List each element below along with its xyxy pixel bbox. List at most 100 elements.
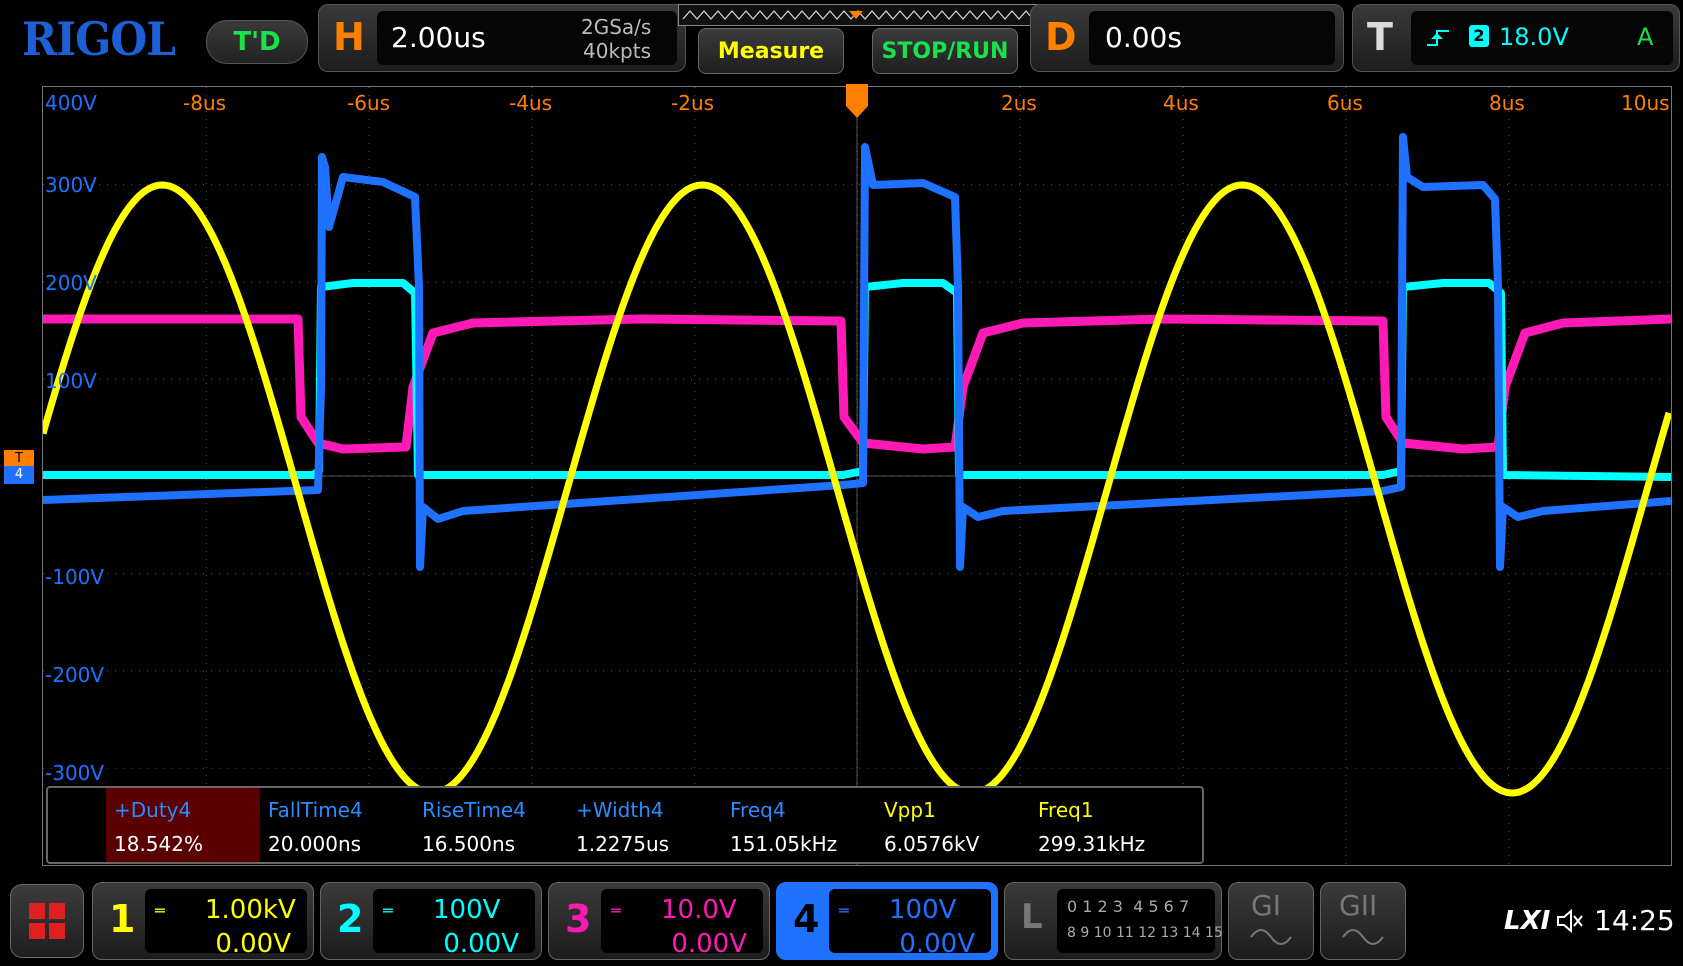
speaker-muted-icon[interactable] [1556,908,1584,934]
measurement-name: +Duty4 [114,798,192,822]
measurement-item[interactable]: +Duty4 18.542% [106,788,260,862]
y-tick-label: 300V [45,173,97,197]
measurement-panel: +Duty4 18.542% FallTime4 20.000ns RiseTi… [46,786,1204,864]
horizontal-panel[interactable]: H 2.00us 2GSa/s 40kpts [318,4,686,72]
horizontal-letter: H [333,15,365,59]
generator-label: GII [1339,889,1378,922]
coupling-dc-icon: ═ [611,901,621,920]
logic-letter: L [1021,897,1043,937]
memory-zigzag-icon [682,10,1034,20]
channel-number: 3 [565,897,592,941]
channel-scale: 100V [889,895,957,925]
sine-wave-icon [1250,929,1292,945]
channel-4-panel[interactable]: 4 ═ 100V 0.00V [776,882,998,960]
measurement-value: 18.542% [114,832,203,856]
y-tick-label: -100V [45,565,105,589]
y-tick-label: 400V [45,91,97,115]
delay-letter: D [1045,15,1077,59]
logic-channels: 0 1 2 3 4 5 6 7 8 9 10 11 12 13 14 15 [1057,889,1223,953]
horizontal-readout: 2.00us 2GSa/s 40kpts [377,11,677,65]
y-tick-label: -200V [45,663,105,687]
trigger-position-icon [846,84,868,118]
channel-offset: 0.00V [899,929,975,959]
coupling-dc-icon: ═ [383,901,393,920]
measure-button[interactable]: Measure [698,28,844,74]
trigger-position-marker[interactable] [846,84,868,118]
generator-2-button[interactable]: GII [1320,882,1406,960]
channel-offset: 0.00V [215,929,291,959]
channel-scale: 10.0V [661,895,737,925]
channel-3-panel[interactable]: 3 ═ 10.0V 0.00V [548,882,770,960]
y-tick-label: 200V [45,271,97,295]
y-tick-label: -300V [45,761,105,785]
measurement-value: 299.31kHz [1038,832,1146,856]
trigger-status-badge: T'D [206,20,308,64]
logic-row-1: 0 1 2 3 4 5 6 7 [1067,897,1190,916]
trigger-mode: A [1637,23,1654,51]
lxi-logo: LXI [1504,906,1551,936]
measurement-name: +Width4 [576,798,664,822]
measurement-value: 16.500ns [422,832,516,856]
channel-readout: ═ 100V 0.00V [829,889,991,959]
channel-readout: ═ 10.0V 0.00V [601,889,763,959]
x-tick-label: 6us [1327,91,1363,115]
trigger-panel[interactable]: T 2 18.0V A [1352,4,1680,72]
sine-wave-icon [1342,929,1384,945]
x-tick-label: -6us [347,91,391,115]
measurement-value: 1.2275us [576,832,670,856]
ch4-offset-marker[interactable]: 4 [4,466,34,484]
memory-position-bar[interactable] [678,4,1038,26]
measurement-item[interactable]: Vpp1 6.0576kV [876,788,1030,862]
x-tick-label: 4us [1163,91,1199,115]
generator-label: GI [1251,889,1281,922]
delay-value: 0.00s [1105,21,1182,54]
measurement-item[interactable]: +Width4 1.2275us [568,788,722,862]
channel-1-panel[interactable]: 1 ═ 1.00kV 0.00V [92,882,314,960]
stop-run-button[interactable]: STOP/RUN [872,28,1018,74]
menu-grid-icon [29,903,65,939]
measurement-item[interactable]: RiseTime4 16.500ns [414,788,568,862]
channel-number: 2 [337,897,364,941]
trigger-letter: T [1367,15,1393,59]
x-tick-label: -8us [183,91,227,115]
channel-offset: 0.00V [443,929,519,959]
x-tick-label: -2us [671,91,715,115]
measurement-item[interactable]: Freq1 299.31kHz [1030,788,1184,862]
timebase-value: 2.00us [391,21,486,54]
delay-readout: 0.00s [1089,11,1335,65]
main-menu-button[interactable] [10,884,84,958]
rigol-logo: RIGOL [22,12,176,66]
logic-analyzer-panel[interactable]: L 0 1 2 3 4 5 6 7 8 9 10 11 12 13 14 15 [1004,882,1223,960]
measurement-value: 20.000ns [268,832,362,856]
channel-number: 1 [109,897,136,941]
channel-scale: 100V [433,895,501,925]
delay-panel[interactable]: D 0.00s [1030,4,1344,72]
measurement-name: RiseTime4 [422,798,526,822]
x-tick-label: 10us [1621,91,1670,115]
channel-scale: 1.00kV [205,895,296,925]
measurement-item[interactable]: Freq4 151.05kHz [722,788,876,862]
measurement-name: Freq1 [1038,798,1094,822]
coupling-dc-icon: ═ [155,901,165,920]
measurement-name: FallTime4 [268,798,363,822]
memory-depth: 40kpts [583,39,651,63]
waveform-canvas [43,87,1671,865]
trigger-readout: 2 18.0V A [1411,11,1673,65]
logic-row-2: 8 9 10 11 12 13 14 15 [1067,925,1223,941]
clock: 14:25 [1594,904,1675,937]
channel-readout: ═ 100V 0.00V [373,889,535,959]
channel-offset: 0.00V [671,929,747,959]
y-tick-label: 100V [45,369,97,393]
channel-2-panel[interactable]: 2 ═ 100V 0.00V [320,882,542,960]
waveform-display[interactable]: -8us -6us -4us -2us 2us 4us 6us 8us 10us… [42,86,1672,866]
measurement-value: 151.05kHz [730,832,838,856]
trigger-edge-icon [1427,30,1449,46]
measurement-item[interactable]: FallTime4 20.000ns [260,788,414,862]
channel-number: 4 [793,897,820,941]
sample-rate: 2GSa/s [581,15,652,39]
measurement-value: 6.0576kV [884,832,980,856]
generator-1-button[interactable]: GI [1228,882,1314,960]
channel-readout: ═ 1.00kV 0.00V [145,889,307,959]
trigger-level: 18.0V [1499,23,1569,51]
coupling-dc-icon: ═ [839,901,849,920]
